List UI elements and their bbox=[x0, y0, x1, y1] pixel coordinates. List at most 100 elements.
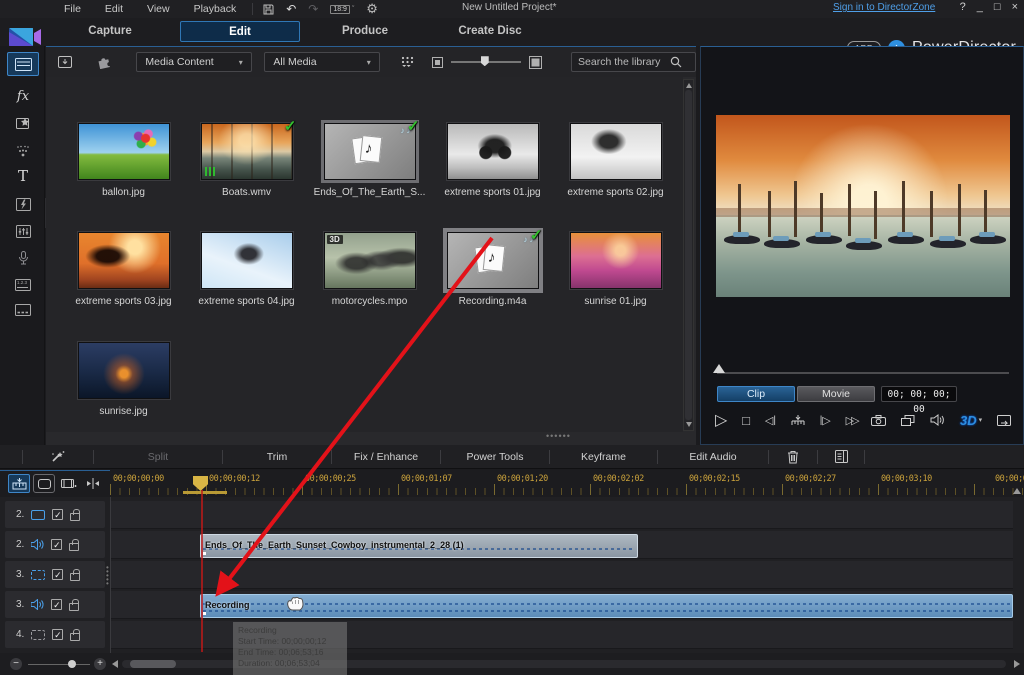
lock-icon[interactable] bbox=[70, 513, 80, 521]
preview-seekbar[interactable] bbox=[717, 372, 1009, 374]
track-divider-handle[interactable]: ••••• bbox=[106, 566, 112, 586]
lock-icon[interactable] bbox=[69, 543, 79, 551]
panel-resize-handle[interactable]: •••••• bbox=[546, 435, 572, 438]
sidebar-item-audio-mixing-room[interactable] bbox=[7, 219, 39, 243]
select-range-tool[interactable] bbox=[33, 474, 55, 493]
power-tools-button[interactable]: Power Tools bbox=[441, 451, 549, 463]
sidebar-item-chapter-room[interactable]: 1.2.3 bbox=[7, 273, 39, 297]
search-icon[interactable] bbox=[670, 56, 682, 68]
sidebar-item-title-room[interactable]: T bbox=[7, 164, 39, 188]
fast-forward-icon[interactable]: ▷▷ bbox=[846, 414, 857, 427]
trim-button[interactable]: Trim bbox=[223, 451, 331, 463]
volume-icon[interactable] bbox=[930, 414, 945, 426]
sidebar-item-particle-room[interactable] bbox=[7, 138, 39, 162]
media-item[interactable]: extreme sports 04.jpg bbox=[185, 232, 308, 307]
media-item[interactable]: extreme sports 02.jpg bbox=[554, 123, 677, 198]
library-search[interactable] bbox=[571, 52, 696, 72]
thumbnail-size-slider[interactable] bbox=[451, 61, 521, 63]
track-manager-icon[interactable] bbox=[82, 474, 104, 493]
redo-icon[interactable]: ↷ bbox=[308, 2, 318, 16]
lock-icon[interactable] bbox=[70, 633, 80, 641]
media-item[interactable]: ♪ ♪♪ ✓ Ends_Of_The_Earth_S... bbox=[308, 123, 431, 198]
tab-produce[interactable]: Produce bbox=[310, 21, 420, 42]
timeline-ruler[interactable]: 00;00;00;00 00;00;00;12 00;00;00;25 00;0… bbox=[110, 470, 1024, 497]
tab-capture[interactable]: Capture bbox=[55, 21, 165, 42]
3d-mode-button[interactable]: 3D▾ bbox=[960, 413, 982, 428]
magic-wand-button[interactable] bbox=[23, 450, 93, 464]
step-marker-icon[interactable] bbox=[791, 414, 805, 426]
hscrollbar-thumb[interactable] bbox=[130, 660, 176, 668]
track-content-video2[interactable] bbox=[110, 501, 1013, 529]
media-item[interactable]: extreme sports 03.jpg bbox=[62, 232, 185, 307]
library-scrollbar[interactable] bbox=[683, 79, 694, 431]
lock-icon[interactable] bbox=[70, 573, 80, 581]
next-frame-icon[interactable]: |▷ bbox=[820, 414, 831, 427]
tab-create-disc[interactable]: Create Disc bbox=[430, 21, 550, 42]
search-input[interactable] bbox=[578, 56, 670, 68]
delete-trash-icon[interactable] bbox=[769, 450, 817, 464]
menu-playback[interactable]: Playback bbox=[182, 0, 249, 18]
undo-icon[interactable]: ↶ bbox=[286, 2, 296, 16]
track-enable-checkbox[interactable]: ✓ bbox=[51, 599, 62, 610]
clip-mode-button[interactable]: Clip bbox=[717, 386, 795, 402]
track-enable-checkbox[interactable]: ✓ bbox=[51, 539, 62, 550]
signin-link[interactable]: Sign in to DirectorZone bbox=[833, 2, 935, 13]
audio-clip-ends-of-the-earth[interactable]: Ends_Of_The_Earth_Sunset_Cowboy_instrume… bbox=[200, 534, 638, 558]
media-item[interactable]: ✓ Boats.wmv bbox=[185, 123, 308, 198]
media-filter-dropdown[interactable]: All Media▾ bbox=[264, 52, 379, 72]
track-enable-checkbox[interactable]: ✓ bbox=[52, 509, 63, 520]
scroll-right-icon[interactable] bbox=[1014, 660, 1020, 668]
keyframe-button[interactable]: Keyframe bbox=[550, 451, 657, 463]
zoom-slider-thumb[interactable] bbox=[68, 660, 76, 668]
scroll-left-icon[interactable] bbox=[112, 660, 118, 668]
media-item[interactable]: sunrise.jpg bbox=[62, 342, 185, 417]
media-item[interactable]: sunrise 01.jpg bbox=[554, 232, 677, 307]
sidebar-item-transition-room[interactable] bbox=[7, 192, 39, 216]
scrollbar-thumb[interactable] bbox=[685, 90, 692, 420]
menu-file[interactable]: File bbox=[52, 0, 93, 18]
minimize-button[interactable]: _ bbox=[977, 1, 983, 13]
media-item[interactable]: ♪ ♪♪ ✓ Recording.m4a bbox=[431, 232, 554, 307]
thumbnail-small-icon[interactable] bbox=[432, 57, 443, 68]
library-menu-icon[interactable] bbox=[401, 56, 414, 68]
sidebar-item-pip-objects[interactable] bbox=[7, 111, 39, 135]
stop-icon[interactable]: □ bbox=[742, 413, 750, 428]
add-track-icon[interactable] bbox=[58, 474, 80, 493]
sidebar-item-voiceover-room[interactable] bbox=[7, 246, 39, 270]
track-enable-checkbox[interactable]: ✓ bbox=[52, 569, 63, 580]
zoom-out-button[interactable]: − bbox=[10, 658, 22, 670]
media-item[interactable]: ballon.jpg bbox=[62, 123, 185, 198]
content-type-dropdown[interactable]: Media Content▾ bbox=[136, 52, 251, 72]
import-media-icon[interactable] bbox=[58, 55, 74, 69]
menu-view[interactable]: View bbox=[135, 0, 182, 18]
aspect-ratio-dropdown[interactable]: 18:9ˇ bbox=[330, 5, 354, 14]
media-item[interactable]: 3D motorcycles.mpo bbox=[308, 232, 431, 307]
timecode-display[interactable]: 00; 00; 00; 00 bbox=[881, 386, 957, 402]
plugin-icon[interactable] bbox=[97, 55, 113, 69]
track-enable-checkbox[interactable]: ✓ bbox=[52, 629, 63, 640]
room-panel-icon[interactable] bbox=[818, 450, 864, 463]
sidebar-item-subtitle-room[interactable] bbox=[7, 298, 39, 322]
track-content-video3[interactable] bbox=[110, 561, 1013, 589]
movie-mode-button[interactable]: Movie bbox=[797, 386, 875, 402]
play-icon[interactable]: ▷ bbox=[715, 410, 727, 430]
audio-clip-recording[interactable]: Recording bbox=[200, 594, 1013, 618]
seekbar-thumb[interactable] bbox=[713, 364, 725, 373]
settings-gear-icon[interactable]: ⚙ bbox=[366, 1, 378, 17]
help-button[interactable]: ? bbox=[960, 1, 966, 13]
maximize-button[interactable]: □ bbox=[994, 1, 1001, 13]
save-icon[interactable] bbox=[263, 4, 274, 15]
thumbnail-large-icon[interactable] bbox=[529, 56, 542, 69]
fix-enhance-button[interactable]: Fix / Enhance bbox=[332, 451, 440, 463]
track-scroll-up-icon[interactable] bbox=[1013, 488, 1021, 494]
media-item[interactable]: extreme sports 01.jpg bbox=[431, 123, 554, 198]
previous-frame-icon[interactable]: ◁| bbox=[765, 414, 776, 427]
timeline-zoom-slider[interactable] bbox=[28, 664, 90, 666]
fullscreen-icon[interactable] bbox=[997, 415, 1011, 426]
scroll-down-icon[interactable] bbox=[686, 422, 692, 427]
sidebar-item-media-room[interactable] bbox=[7, 52, 39, 76]
lock-icon[interactable] bbox=[69, 603, 79, 611]
edit-audio-button[interactable]: Edit Audio bbox=[658, 451, 768, 463]
close-button[interactable]: × bbox=[1012, 1, 1018, 13]
slider-thumb[interactable] bbox=[481, 56, 489, 66]
